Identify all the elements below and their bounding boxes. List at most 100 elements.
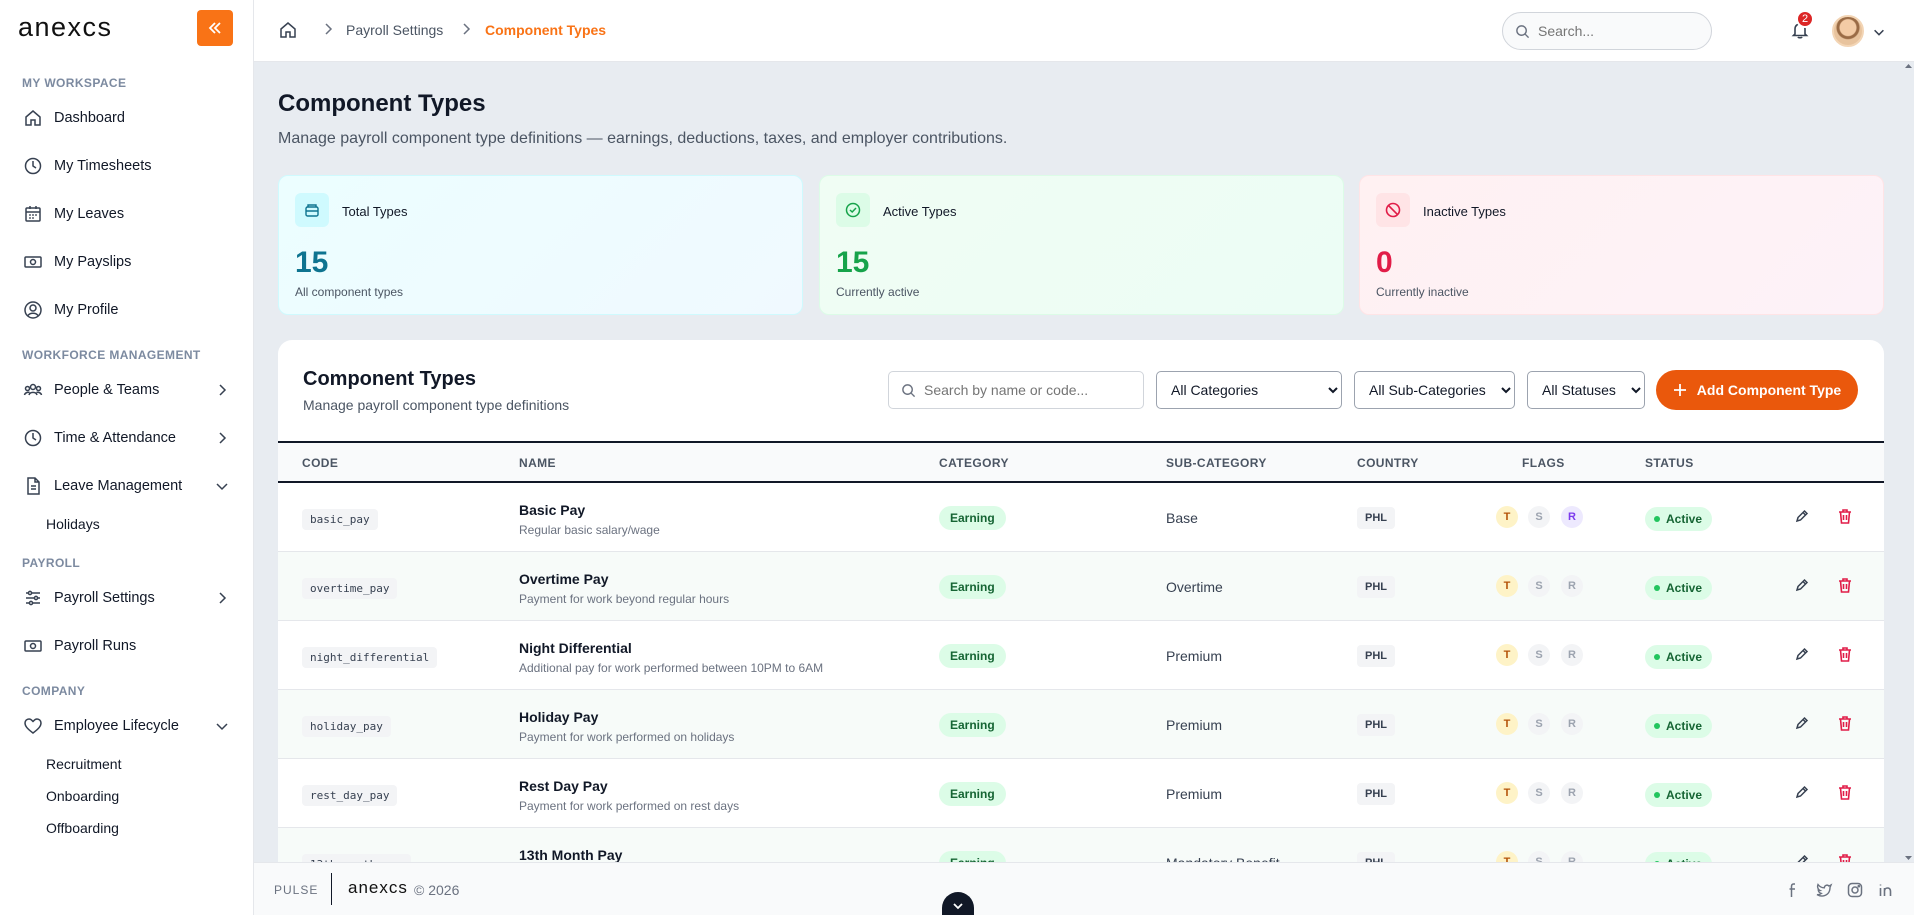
- th-flags: FLAGS: [1522, 456, 1565, 470]
- check-circle-icon: [836, 193, 870, 227]
- edit-icon[interactable]: [1794, 715, 1810, 731]
- subcategory-filter-select[interactable]: All Sub-Categories: [1354, 371, 1515, 409]
- linkedin-icon[interactable]: [1877, 881, 1895, 899]
- flag-taxable: T: [1496, 575, 1518, 597]
- topbar: Payroll Settings Component Types 2: [254, 0, 1914, 62]
- sidebar-item-payslips[interactable]: My Payslips: [22, 247, 232, 277]
- table-row[interactable]: basic_pay Basic Pay Regular basic salary/w…: [278, 483, 1884, 552]
- sidebar-item-recruitment[interactable]: Recruitment: [46, 756, 121, 772]
- home-icon[interactable]: [278, 20, 298, 45]
- flag-s: S: [1528, 575, 1550, 597]
- th-country[interactable]: COUNTRY: [1357, 456, 1419, 470]
- instagram-icon[interactable]: [1846, 881, 1864, 899]
- table-header: CODE NAME CATEGORY SUB-CATEGORY COUNTRY …: [278, 441, 1884, 483]
- table-row[interactable]: holiday_pay Holiday Pay Payment for work p…: [278, 690, 1884, 759]
- status-filter-select[interactable]: All Statuses: [1527, 371, 1645, 409]
- notification-badge: 2: [1796, 10, 1814, 28]
- collapse-sidebar-button[interactable]: [197, 10, 233, 46]
- status-label: Active: [1666, 788, 1703, 802]
- sidebar-item-profile[interactable]: My Profile: [22, 295, 232, 325]
- trash-icon[interactable]: [1836, 714, 1854, 732]
- sidebar-item-label: My Leaves: [54, 206, 125, 222]
- chevron-down-icon: [216, 723, 228, 731]
- avatar[interactable]: [1832, 15, 1864, 47]
- table-search-input[interactable]: [924, 382, 1124, 398]
- edit-icon[interactable]: [1794, 577, 1810, 593]
- stat-sublabel: Currently active: [836, 285, 920, 299]
- sidebar-item-dashboard[interactable]: Dashboard: [22, 103, 232, 133]
- footer-pulse: PULSE: [274, 883, 319, 897]
- status-label: Active: [1666, 512, 1703, 526]
- table-search[interactable]: [888, 371, 1144, 409]
- add-component-type-button[interactable]: Add Component Type: [1656, 370, 1858, 410]
- th-subcategory[interactable]: SUB-CATEGORY: [1166, 456, 1267, 470]
- chevron-right-icon: [219, 384, 227, 396]
- sidebar-item-label: Payroll Settings: [54, 590, 155, 606]
- row-name: Holiday Pay: [519, 709, 599, 725]
- stat-value: 15: [295, 246, 329, 279]
- row-code: rest_day_pay: [302, 785, 398, 806]
- sidebar-item-offboarding[interactable]: Offboarding: [46, 820, 119, 836]
- global-search-input[interactable]: [1538, 23, 1698, 39]
- table-row[interactable]: overtime_pay Overtime Pay Payment for work…: [278, 552, 1884, 621]
- facebook-icon[interactable]: [1784, 881, 1802, 899]
- row-subcategory: Premium: [1166, 786, 1223, 802]
- clock-icon: [22, 155, 44, 177]
- sidebar-item-onboarding[interactable]: Onboarding: [46, 788, 119, 804]
- category-filter-select[interactable]: All Categories: [1156, 371, 1342, 409]
- flag-s: S: [1528, 782, 1550, 804]
- people-icon: [22, 379, 44, 401]
- edit-icon[interactable]: [1794, 784, 1810, 800]
- home-icon: [22, 107, 44, 129]
- calendar-icon: [22, 203, 44, 225]
- section-company: COMPANY: [22, 684, 86, 698]
- trash-icon[interactable]: [1836, 645, 1854, 663]
- th-status[interactable]: STATUS: [1645, 456, 1694, 470]
- table-row[interactable]: night_differential Night Differential Addi…: [278, 621, 1884, 690]
- row-name: Rest Day Pay: [519, 778, 608, 794]
- global-search[interactable]: [1502, 12, 1712, 50]
- stat-card-inactive: Inactive Types 0 Currently inactive: [1359, 175, 1884, 315]
- status-label: Active: [1666, 581, 1703, 595]
- sidebar-item-label: My Timesheets: [54, 158, 152, 174]
- th-name[interactable]: NAME: [519, 456, 556, 470]
- trash-icon[interactable]: [1836, 507, 1854, 525]
- page-title: Component Types: [278, 90, 486, 117]
- page-scrollbar[interactable]: [1903, 62, 1914, 862]
- row-code: holiday_pay: [302, 716, 391, 737]
- chevron-down-icon[interactable]: [1872, 25, 1886, 39]
- table-row[interactable]: rest_day_pay Rest Day Pay Payment for work…: [278, 759, 1884, 828]
- sidebar-item-people-teams[interactable]: People & Teams: [22, 375, 232, 405]
- th-code[interactable]: CODE: [302, 456, 338, 470]
- chevron-right-icon: [325, 23, 333, 35]
- sidebar-item-time-attendance[interactable]: Time & Attendance: [22, 423, 232, 453]
- edit-icon[interactable]: [1794, 646, 1810, 662]
- panel-subtitle: Manage payroll component type definition…: [303, 397, 570, 413]
- stat-value: 15: [836, 246, 870, 279]
- row-country-badge: PHL: [1357, 714, 1395, 736]
- sidebar-item-leaves[interactable]: My Leaves: [22, 199, 232, 229]
- stat-label: Total Types: [342, 204, 408, 219]
- row-description: Additional pay for work performed betwee…: [519, 661, 824, 675]
- sidebar-item-timesheets[interactable]: My Timesheets: [22, 151, 232, 181]
- chevron-down-icon: [953, 903, 963, 910]
- trash-icon[interactable]: [1836, 783, 1854, 801]
- breadcrumb-payroll-settings[interactable]: Payroll Settings: [346, 22, 443, 38]
- status-dot: [1654, 585, 1660, 591]
- sidebar-item-payroll-settings[interactable]: Payroll Settings: [22, 583, 232, 613]
- flag-taxable: T: [1496, 713, 1518, 735]
- row-category-badge: Earning: [939, 782, 1006, 806]
- twitter-icon[interactable]: [1815, 881, 1833, 899]
- sidebar-item-payroll-runs[interactable]: Payroll Runs: [22, 631, 232, 661]
- th-category[interactable]: CATEGORY: [939, 456, 1009, 470]
- sidebar-item-employee-lifecycle[interactable]: Employee Lifecycle: [22, 711, 232, 741]
- trash-icon[interactable]: [1836, 576, 1854, 594]
- flag-r: R: [1561, 782, 1583, 804]
- row-subcategory: Base: [1166, 510, 1198, 526]
- footer-brand: anexcs: [348, 878, 408, 897]
- sidebar-item-leave-management[interactable]: Leave Management: [22, 471, 232, 501]
- sidebar-item-holidays[interactable]: Holidays: [46, 516, 100, 532]
- row-category-badge: Earning: [939, 506, 1006, 530]
- edit-icon[interactable]: [1794, 508, 1810, 524]
- brand-logo[interactable]: anexcs: [18, 12, 113, 43]
